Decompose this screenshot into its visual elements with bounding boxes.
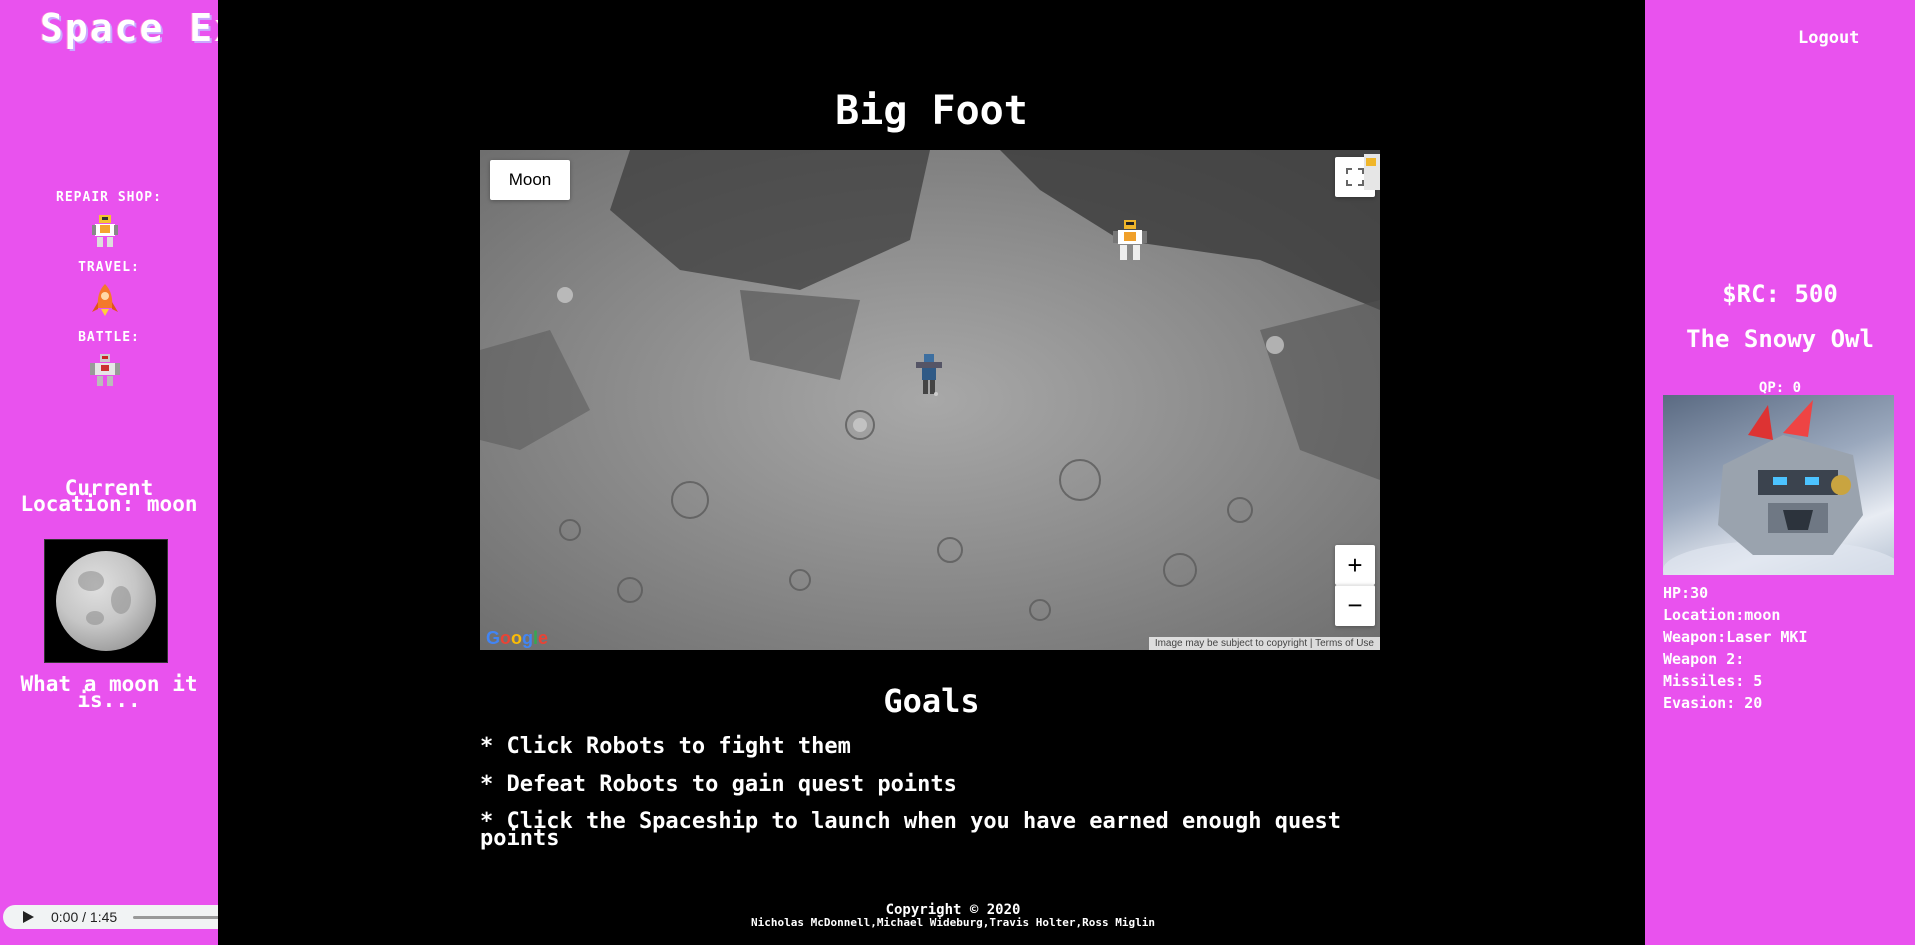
moon-mare	[78, 571, 104, 591]
player-robot-marker[interactable]	[912, 352, 946, 402]
stat-weapon-2: Weapon 2:	[1663, 650, 1745, 668]
moon-disc	[56, 551, 156, 651]
stat-location: Location:moon	[1663, 606, 1781, 624]
currency-display: $RC: 500	[1722, 280, 1838, 308]
stat-weapon: Weapon:Laser MKI	[1663, 628, 1808, 646]
robot-stats: HP:30 Location:moon Weapon:Laser MKI Wea…	[1663, 582, 1808, 714]
stat-evasion: Evasion: 20	[1663, 694, 1763, 712]
robot-portrait	[1663, 395, 1894, 575]
footer-authors: Nicholas McDonnell,Michael Wideburg,Trav…	[751, 916, 1155, 929]
moon-mare	[86, 611, 104, 625]
goal-item: * Click the Spaceship to launch when you…	[480, 809, 1341, 851]
zoom-out-button[interactable]: −	[1335, 585, 1375, 626]
audio-time: 0:00 / 1:45	[51, 909, 118, 925]
map-type-button[interactable]: Moon	[490, 160, 570, 200]
rocket-icon[interactable]	[87, 282, 123, 318]
zoom-in-button[interactable]: +	[1335, 545, 1375, 585]
nav-label-repair-shop: REPAIR SHOP:	[56, 190, 162, 205]
battle-robot-icon[interactable]	[87, 352, 123, 388]
current-location-title: Current Location: moon	[20, 476, 198, 516]
goal-item: * Click Robots to fight them	[480, 734, 851, 759]
google-logo: Google	[486, 628, 549, 648]
nav-label-travel: TRAVEL:	[78, 260, 140, 275]
robot-name: The Snowy Owl	[1686, 325, 1874, 353]
nav-label-battle: BATTLE:	[78, 330, 140, 345]
repair-robot-icon[interactable]	[87, 213, 123, 249]
location-description: What a moon it is...	[20, 672, 198, 712]
logout-link[interactable]: Logout	[1798, 28, 1859, 48]
location-moon-image	[44, 539, 168, 663]
play-icon[interactable]	[23, 911, 34, 923]
quest-points: QP: 0	[1758, 380, 1802, 396]
stat-missiles: Missiles: 5	[1663, 672, 1763, 690]
moon-map[interactable]: Moon + − Google Image may be subject to …	[480, 150, 1380, 650]
goal-item: * Defeat Robots to gain quest points	[480, 772, 957, 797]
enemy-robot-marker[interactable]	[1110, 218, 1150, 268]
quest-title: Big Foot	[835, 88, 1028, 134]
stat-hp: HP:30	[1663, 584, 1709, 602]
map-attribution[interactable]: Image may be subject to copyright | Term…	[1148, 637, 1380, 650]
goals-title: Goals	[883, 682, 980, 720]
moon-mare	[111, 586, 131, 614]
left-sidebar: Space Explorers REPAIR SHOP: TRAVEL: BAT…	[0, 0, 411, 945]
spaceship-marker[interactable]	[1364, 150, 1380, 200]
